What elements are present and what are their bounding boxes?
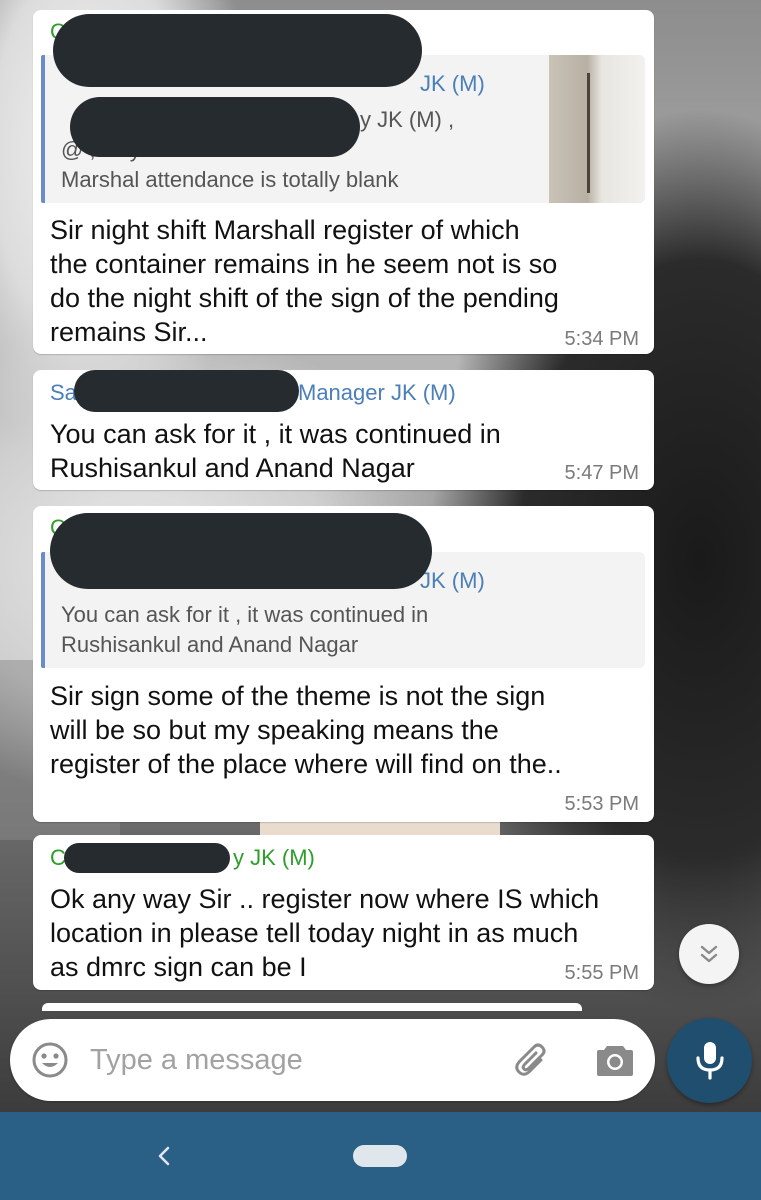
message-bubble-partial: [42, 1003, 582, 1011]
message-line: You can ask for it , it was continued in: [50, 419, 501, 449]
quoted-line: Marshal attendance is totally blank: [61, 167, 399, 192]
message-line: as dmrc sign can be I: [50, 952, 307, 982]
sender-name: Sa: [50, 380, 77, 405]
scroll-to-bottom-button[interactable]: [679, 924, 739, 984]
message-line: Rushisankul and Anand Nagar: [50, 453, 415, 483]
message-line: Ok any way Sir .. register now where IS …: [50, 884, 600, 914]
message-line: location in please tell today night in a…: [50, 918, 579, 948]
message-text: Sir night shift Marshall register of whi…: [50, 213, 650, 349]
quoted-sender: JK (M): [420, 71, 485, 96]
microphone-icon: [696, 1042, 724, 1080]
emoji-icon[interactable]: [30, 1040, 70, 1080]
message-composer: [10, 1019, 655, 1101]
quoted-line: You can ask for it , it was continued in: [61, 602, 429, 627]
sender-name: y JK (M): [233, 845, 315, 870]
message-line: will be so but my speaking means the: [50, 715, 499, 745]
quoted-sender: JK (M): [420, 568, 485, 593]
voice-record-button[interactable]: [667, 1018, 752, 1103]
double-chevron-down-icon: [700, 945, 718, 963]
quoted-line: Rushisankul and Anand Nagar: [61, 632, 359, 657]
sender-name: Manager JK (M): [298, 380, 456, 405]
message-line: remains Sir...: [50, 317, 208, 347]
message-text: Ok any way Sir .. register now where IS …: [50, 882, 650, 984]
message-line: do the night shift of the sign of the pe…: [50, 283, 559, 313]
message-line: Sir night shift Marshall register of whi…: [50, 215, 520, 245]
back-chevron-icon[interactable]: [152, 1142, 176, 1170]
message-line: the container remains in he seem not is …: [50, 249, 558, 279]
message-line: register of the place where will find on…: [50, 749, 562, 779]
message-time: 5:34 PM: [564, 328, 639, 350]
message-time: 5:55 PM: [564, 962, 639, 984]
quoted-text: You can ask for it , it was continued in…: [61, 600, 428, 660]
redaction: [53, 14, 422, 87]
home-pill-icon[interactable]: [353, 1145, 407, 1167]
quoted-image-thumbnail: [549, 55, 645, 203]
message-time: 5:53 PM: [564, 793, 639, 815]
message-time: 5:47 PM: [564, 462, 639, 484]
system-navigation-bar: [0, 1112, 761, 1200]
message-input[interactable]: [90, 1037, 490, 1083]
redaction: [64, 843, 230, 873]
camera-icon[interactable]: [595, 1042, 635, 1078]
message-text: Sir sign some of the theme is not the si…: [50, 679, 650, 781]
paperclip-icon[interactable]: [513, 1040, 553, 1080]
redaction: [74, 370, 299, 412]
redaction: [50, 513, 432, 589]
redaction: [70, 97, 360, 157]
message-line: Sir sign some of the theme is not the si…: [50, 681, 546, 711]
message-text: You can ask for it , it was continued in…: [50, 417, 650, 485]
